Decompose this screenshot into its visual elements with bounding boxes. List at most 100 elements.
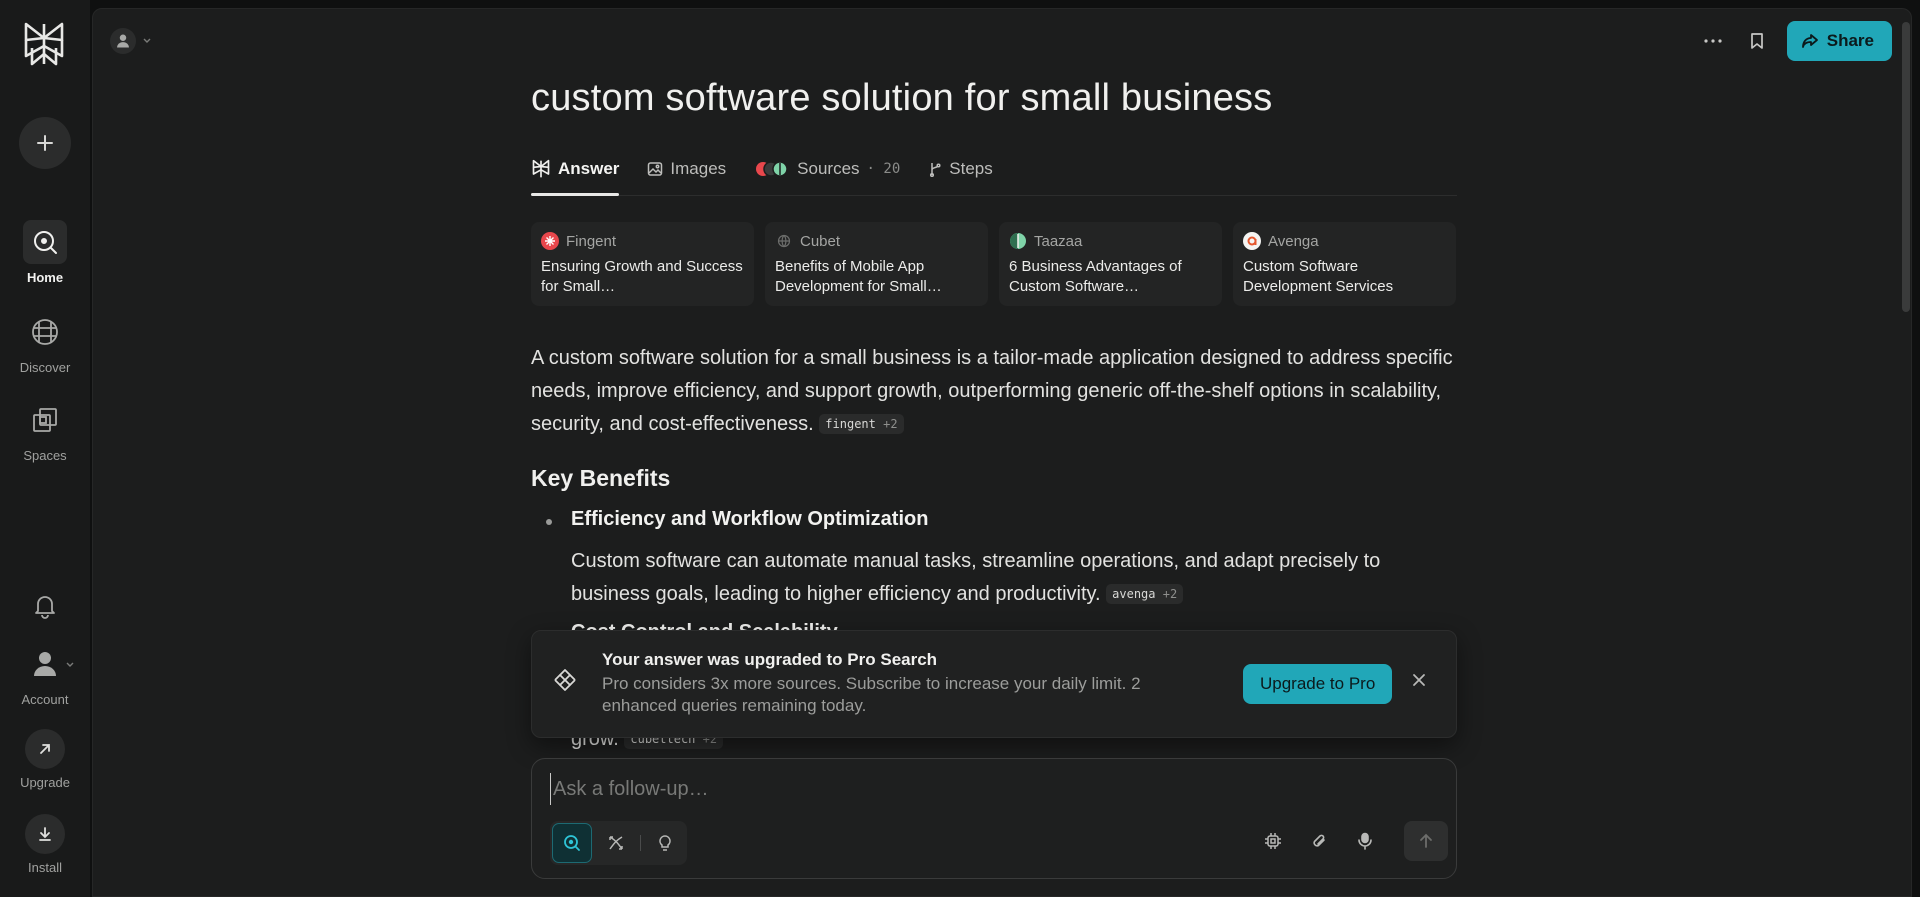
sidebar-item-discover[interactable]: Discover — [0, 310, 90, 375]
citation-more: +2 — [1162, 587, 1178, 601]
header-actions: Share — [1699, 21, 1892, 61]
research-mode-button[interactable] — [596, 823, 636, 863]
globe-icon — [23, 310, 67, 354]
page-title: custom software solution for small busin… — [531, 77, 1273, 119]
source-card[interactable]: Cubet Benefits of Mobile App Development… — [765, 222, 988, 306]
tab-answer[interactable]: Answer — [531, 144, 620, 196]
sources-row: Fingent Ensuring Growth and Success for … — [531, 222, 1457, 306]
tab-label: Answer — [558, 159, 620, 178]
bell-icon — [23, 584, 67, 628]
share-icon — [1801, 34, 1818, 48]
sidebar-item-label: Spaces — [23, 448, 67, 463]
sidebar-item-label: Home — [26, 270, 64, 285]
citation-source: avenga — [1112, 587, 1156, 601]
source-card[interactable]: Avenga Custom Software Development Servi… — [1233, 222, 1456, 306]
citation-source: fingent — [825, 417, 876, 431]
source-title: Benefits of Mobile App Development for S… — [775, 258, 942, 295]
thread-tabs: Answer Images Sources · 20 Steps — [531, 144, 1457, 196]
research-icon — [609, 836, 623, 850]
tab-images[interactable]: Images — [647, 144, 726, 194]
avenga-favicon-icon — [1243, 232, 1261, 250]
source-site: Avenga — [1268, 232, 1319, 250]
user-icon — [23, 642, 74, 686]
list-item: Efficiency and Workflow Optimization Cus… — [531, 505, 1457, 611]
fingent-favicon-icon — [541, 232, 559, 250]
avatar — [110, 28, 136, 54]
taazaa-favicon-icon — [1009, 232, 1027, 250]
tab-sources[interactable]: Sources · 20 — [754, 144, 900, 194]
more-options-icon[interactable] — [1699, 27, 1727, 55]
close-icon[interactable] — [1412, 673, 1426, 692]
citation-more: +2 — [883, 417, 898, 431]
sidebar: Home Discover Spaces Account Upgrade Ins… — [0, 0, 90, 897]
attach-icon[interactable] — [1300, 822, 1338, 860]
microphone-icon[interactable] — [1346, 822, 1384, 860]
arrow-up-right-icon — [25, 729, 65, 769]
user-icon — [117, 34, 129, 48]
plus-icon — [37, 135, 53, 151]
notifications-button[interactable] — [0, 584, 90, 628]
install-button[interactable]: Install — [0, 814, 90, 875]
sidebar-item-label: Discover — [19, 360, 71, 375]
source-site: Fingent — [566, 232, 617, 250]
model-chip-icon[interactable] — [1254, 822, 1292, 860]
upgrade-to-pro-button[interactable]: Upgrade to Pro — [1243, 664, 1393, 704]
answer-intro: A custom software solution for a small b… — [531, 342, 1457, 441]
source-title: Ensuring Growth and Success for Small… — [541, 258, 743, 295]
tab-label: Images — [670, 159, 727, 178]
toast-text: Pro considers 3x more sources. Subscribe… — [602, 674, 1141, 715]
download-icon — [25, 814, 65, 854]
share-button[interactable]: Share — [1786, 21, 1892, 61]
follow-up-composer — [531, 758, 1457, 879]
perplexity-answer-icon — [532, 159, 550, 178]
image-icon — [648, 162, 663, 176]
sidebar-item-label: Upgrade — [20, 775, 70, 790]
search-mode-toggle — [550, 821, 687, 865]
tab-label: Sources — [797, 159, 860, 178]
follow-up-input[interactable] — [550, 773, 1430, 805]
bullet-body: Custom software can automate manual task… — [571, 550, 1381, 605]
bullet-text: Custom software can automate manual task… — [571, 545, 1457, 611]
pro-search-icon — [552, 667, 578, 698]
chevron-down-icon — [143, 38, 151, 43]
account-button[interactable]: Account — [0, 642, 90, 707]
new-thread-button[interactable] — [19, 117, 71, 169]
scrollbar[interactable] — [1902, 22, 1910, 312]
steps-icon — [930, 163, 941, 177]
spaces-icon — [23, 398, 67, 442]
source-site: Cubet — [800, 232, 841, 250]
chevron-down-icon — [66, 662, 74, 667]
sidebar-item-spaces[interactable]: Spaces — [0, 398, 90, 463]
globe-icon — [775, 232, 793, 250]
source-title: Custom Software Development Services — [1243, 258, 1394, 295]
divider — [640, 835, 641, 851]
source-title: 6 Business Advantages of Custom Software… — [1009, 258, 1182, 295]
source-card[interactable]: Fingent Ensuring Growth and Success for … — [531, 222, 754, 306]
toast-title: Your answer was upgraded to Pro Search — [602, 650, 938, 669]
share-label: Share — [1826, 31, 1874, 50]
citation-badge[interactable]: fingent +2 — [819, 414, 904, 434]
answer-intro-text: A custom software solution for a small b… — [531, 347, 1453, 435]
thread-owner-dropdown[interactable] — [110, 28, 152, 54]
sources-count: · 20 — [866, 161, 901, 177]
sidebar-item-label: Account — [21, 692, 69, 707]
pro-search-toast: Your answer was upgraded to Pro Search P… — [531, 630, 1457, 738]
perplexity-logo-icon[interactable] — [22, 20, 68, 68]
search-mode-button[interactable] — [552, 823, 592, 863]
search-icon — [564, 835, 580, 851]
sidebar-item-home[interactable]: Home — [0, 220, 90, 285]
labs-mode-button[interactable] — [645, 823, 685, 863]
composer-actions — [1254, 821, 1448, 861]
citation-badge[interactable]: avenga +2 — [1106, 584, 1184, 604]
section-heading: Key Benefits — [531, 465, 671, 491]
upgrade-button[interactable]: Upgrade — [0, 729, 90, 790]
arrow-up-icon — [1420, 833, 1432, 848]
source-site: Taazaa — [1034, 232, 1083, 250]
source-card[interactable]: Taazaa 6 Business Advantages of Custom S… — [999, 222, 1222, 306]
submit-button[interactable] — [1404, 821, 1448, 861]
bookmark-icon[interactable] — [1743, 27, 1771, 55]
search-icon — [23, 220, 67, 264]
lightbulb-icon — [659, 835, 671, 851]
sidebar-item-label: Install — [28, 860, 62, 875]
tab-steps[interactable]: Steps — [928, 144, 993, 194]
